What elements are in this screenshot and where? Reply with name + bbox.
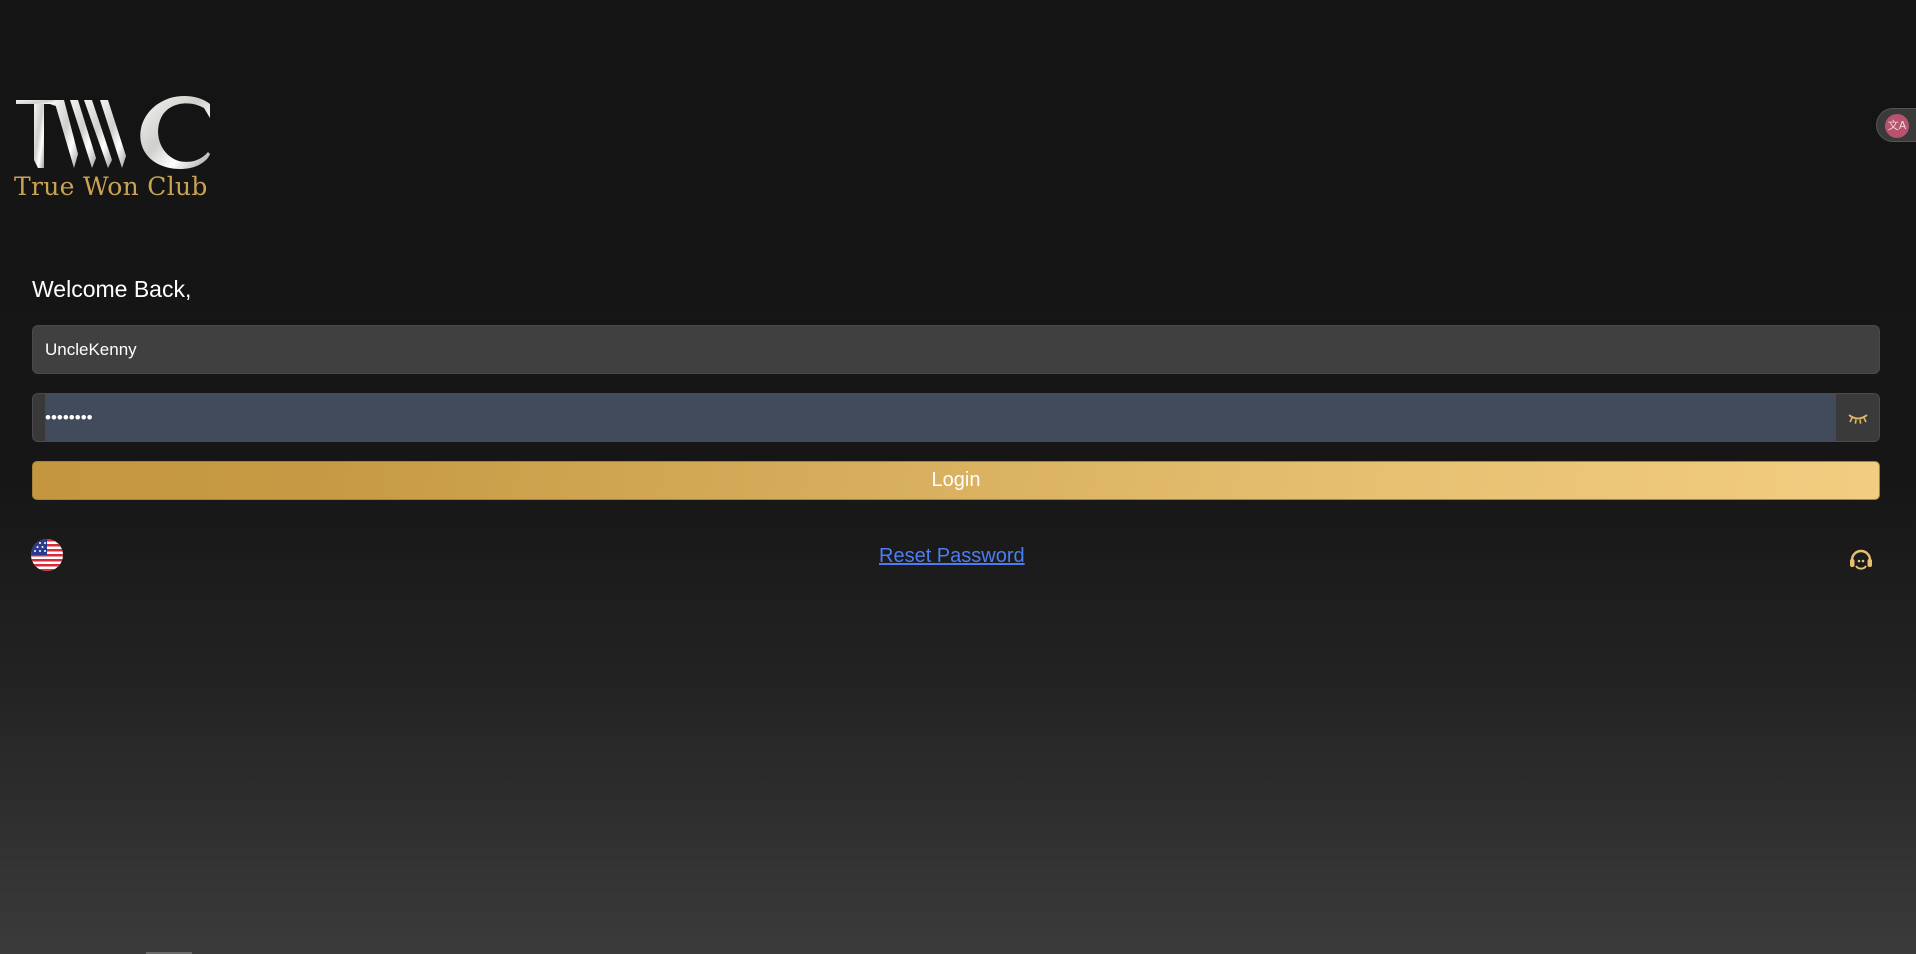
headset-support-icon[interactable] [1847, 544, 1875, 572]
eye-closed-icon [1847, 413, 1868, 424]
translate-widget[interactable]: 文A [1876, 108, 1916, 142]
logo-monogram-icon [16, 96, 210, 170]
welcome-heading: Welcome Back, [32, 276, 192, 302]
reset-password-link[interactable]: Reset Password [879, 544, 1025, 568]
username-field-container [32, 325, 1880, 374]
translate-icon[interactable]: 文A [1885, 114, 1909, 138]
brand-logo: True Won Club [14, 94, 210, 204]
toggle-password-visibility-button[interactable] [1836, 394, 1879, 441]
brand-name: True Won Club [14, 172, 208, 201]
login-button[interactable]: Login [32, 461, 1880, 500]
password-field-container [32, 393, 1880, 442]
username-input[interactable] [45, 326, 1865, 373]
us-flag-icon[interactable] [31, 539, 63, 571]
password-input[interactable] [45, 394, 1825, 441]
